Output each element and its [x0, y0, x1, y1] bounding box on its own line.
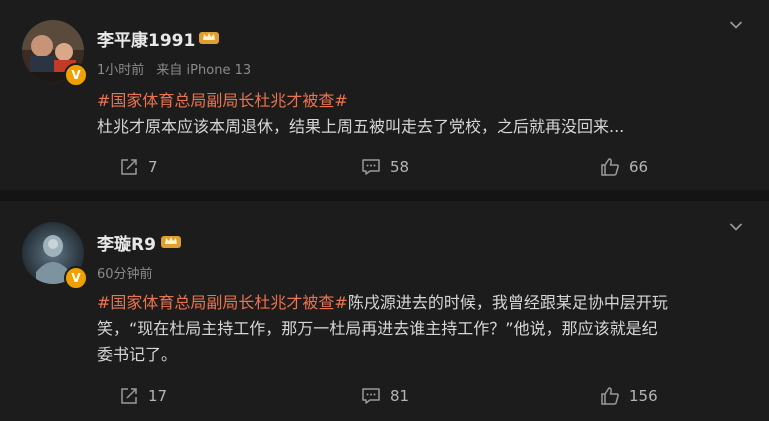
chevron-down-icon[interactable]	[729, 222, 743, 232]
repost-button[interactable]: 7	[119, 157, 158, 177]
crown-icon[interactable]	[160, 233, 182, 249]
repost-button[interactable]: 17	[119, 386, 167, 406]
post-content: #国家体育总局副局长杜兆才被查# 杜兆才原本应该本周退休，结果上周五被叫走去了党…	[97, 88, 747, 140]
post-time[interactable]: 60分钟前	[97, 267, 153, 282]
like-button[interactable]: 66	[600, 157, 648, 177]
post-meta: 1小时前 来自 iPhone 13	[97, 59, 251, 78]
verified-badge-icon: V	[64, 63, 88, 87]
topic-link[interactable]: #国家体育总局副局长杜兆才被查#	[97, 88, 747, 114]
repost-count: 7	[148, 158, 158, 176]
post-time[interactable]: 1小时前	[97, 63, 144, 78]
post-card: V 李璇R9 60分钟前 #国家体育总局副局长杜兆才被查#陈戌源进去的时候，我曾…	[0, 201, 769, 421]
like-count: 66	[629, 158, 649, 176]
post-text-line: 陈戌源进去的时候，我曾经跟某足协中层开玩	[347, 293, 668, 312]
thumbs-up-icon	[601, 158, 619, 176]
comment-icon	[362, 388, 380, 404]
weibo-feed: V 李平康1991 1小时前 来自 iPhone 13 #国家体育总局副局长杜兆…	[0, 0, 769, 421]
comment-button[interactable]: 81	[361, 386, 409, 406]
share-icon	[121, 159, 137, 175]
comment-count: 81	[390, 387, 410, 405]
username[interactable]: 李平康1991	[97, 26, 195, 51]
repost-count: 17	[148, 387, 168, 405]
action-bar: 17 81 156	[0, 386, 769, 406]
post-card: V 李平康1991 1小时前 来自 iPhone 13 #国家体育总局副局长杜兆…	[0, 0, 769, 190]
post-text-line: 笑，“现在杜局主持工作，那万一杜局再进去谁主持工作？”他说，那应该就是纪	[97, 319, 658, 338]
post-text-line: 委书记了。	[97, 345, 178, 364]
topic-link[interactable]: #国家体育总局副局长杜兆才被查#	[97, 293, 348, 312]
chevron-down-icon[interactable]	[729, 20, 743, 30]
post-text-line: 杜兆才原本应该本周退休，结果上周五被叫走去了党校，之后就再没回来...	[97, 117, 625, 136]
post-content: #国家体育总局副局长杜兆才被查#陈戌源进去的时候，我曾经跟某足协中层开玩 笑，“…	[97, 290, 747, 368]
like-button[interactable]: 156	[600, 386, 658, 406]
comment-button[interactable]: 58	[361, 157, 409, 177]
post-source: 来自 iPhone 13	[156, 63, 252, 78]
username[interactable]: 李璇R9	[97, 230, 156, 255]
thumbs-up-icon	[601, 387, 619, 405]
action-bar: 7 58 66	[0, 157, 769, 177]
like-count: 156	[629, 387, 658, 405]
comment-count: 58	[390, 158, 410, 176]
comment-icon	[362, 159, 380, 175]
crown-icon[interactable]	[198, 29, 220, 45]
post-meta: 60分钟前	[97, 263, 153, 282]
share-icon	[121, 388, 137, 404]
verified-badge-icon: V	[64, 266, 88, 290]
